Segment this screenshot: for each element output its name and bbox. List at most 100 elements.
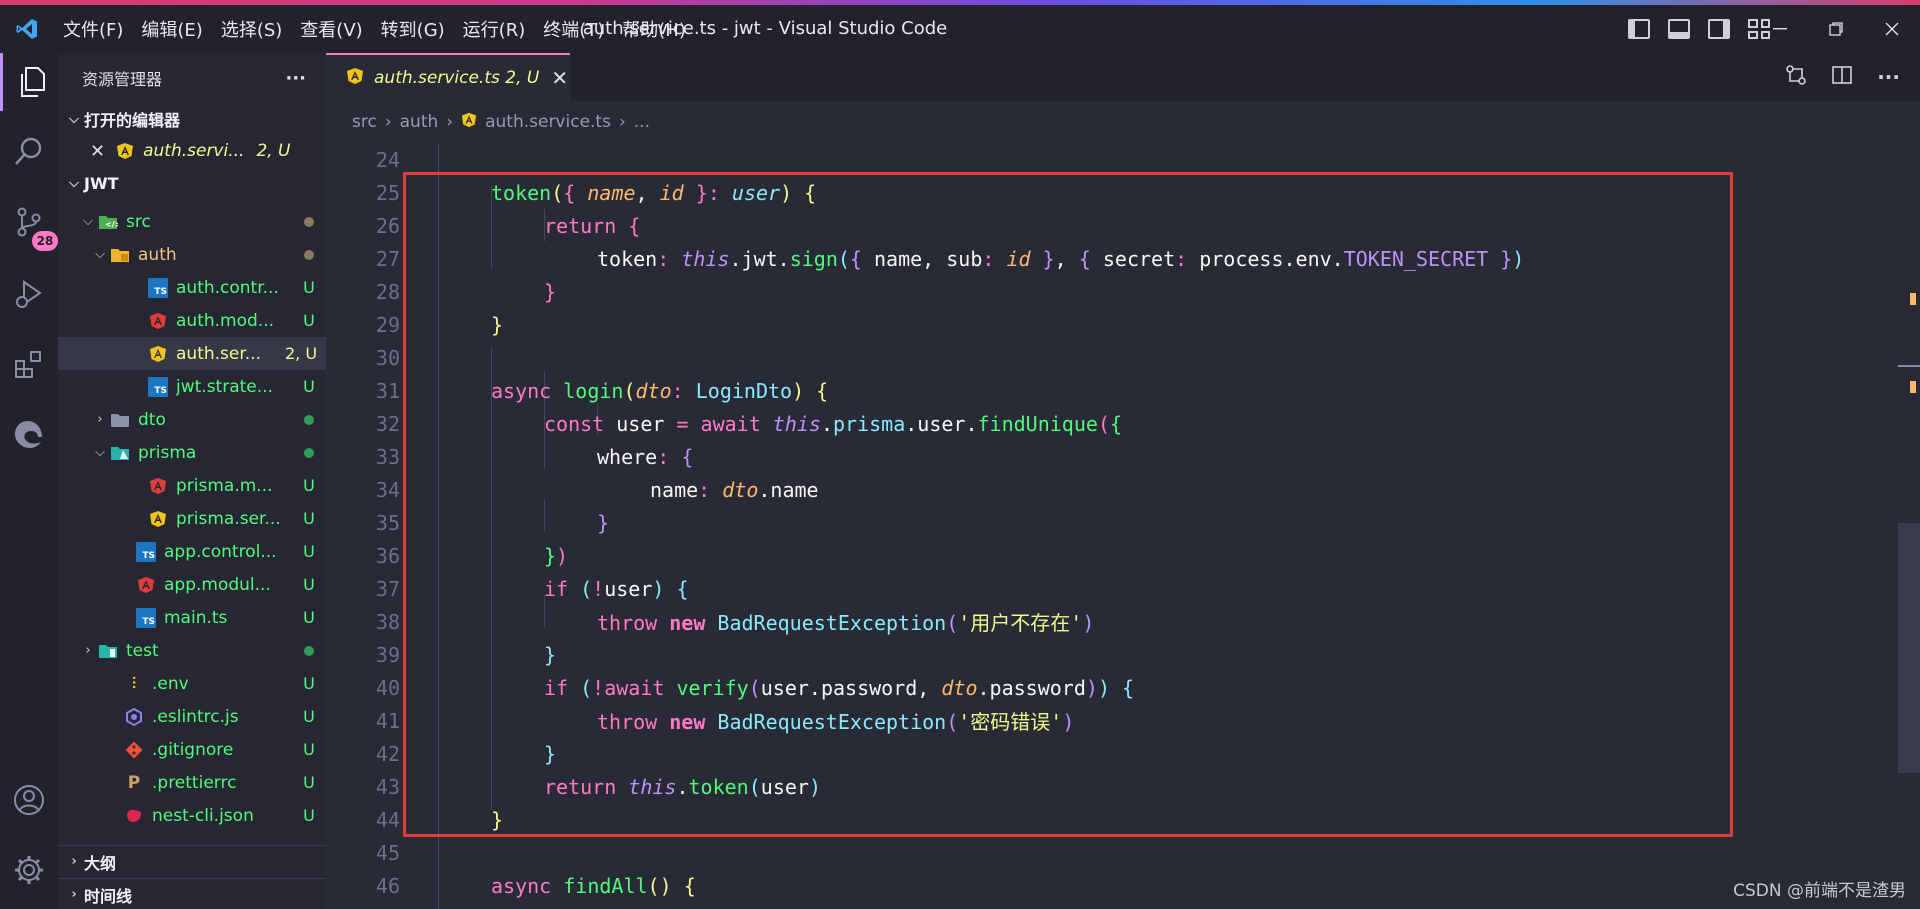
more-actions-icon[interactable]: ··· xyxy=(1877,65,1900,89)
code-text: throw new BadRequestException('用户不存在') xyxy=(597,611,1095,635)
tree-item-label: app.modul... xyxy=(164,574,271,595)
minimap-marker xyxy=(1910,381,1916,393)
line-number: 27 xyxy=(375,246,400,271)
timeline-section[interactable]: › 时间线 xyxy=(58,878,326,909)
more-actions-icon[interactable]: ··· xyxy=(285,68,306,89)
code-text: } xyxy=(597,510,610,535)
editor-scrollbar[interactable] xyxy=(1898,143,1920,909)
chevron-right-icon: › xyxy=(85,643,91,658)
tree-file-gitignore[interactable]: .gitignore U xyxy=(58,733,326,766)
minimize-button[interactable] xyxy=(1752,5,1808,53)
split-editor-icon[interactable] xyxy=(1831,64,1853,91)
menu-terminal[interactable]: 终端(T) xyxy=(534,16,613,42)
chevron-down-icon: ⌵ xyxy=(83,214,93,229)
breadcrumb-symbol[interactable]: ... xyxy=(634,112,650,132)
tree-item-status: U xyxy=(303,806,315,825)
tree-item-label: app.control... xyxy=(164,541,277,562)
line-number: 38 xyxy=(375,609,400,634)
line-number: 28 xyxy=(375,279,400,304)
settings-gear-icon[interactable] xyxy=(0,841,58,899)
tree-item-status: U xyxy=(303,740,315,759)
explorer-title: 资源管理器 xyxy=(82,70,163,89)
code-line: 39 } xyxy=(326,638,1886,671)
code-line: 46 async findAll() { xyxy=(326,869,1886,902)
code-line: 28 } xyxy=(326,275,1886,308)
tree-file-auth-controller[interactable]: TS auth.contr... U xyxy=(58,271,326,304)
edge-devtools-icon[interactable] xyxy=(0,405,58,463)
tree-folder-dto[interactable]: › dto xyxy=(58,403,326,436)
tree-file-eslintrc[interactable]: .eslintrc.js U xyxy=(58,700,326,733)
code-line: 43 return this.token(user) xyxy=(326,770,1886,803)
explorer-icon[interactable] xyxy=(0,53,58,111)
tree-item-status xyxy=(292,212,326,231)
toggle-primary-sidebar-icon[interactable] xyxy=(1628,19,1650,39)
error-message-user: '用户不存在' xyxy=(958,611,1083,635)
line-number: 44 xyxy=(375,807,400,832)
tree-item-status: U xyxy=(303,575,315,594)
minimap-viewport-line xyxy=(1898,365,1920,367)
tree-file-prettierrc[interactable]: P .prettierrc U xyxy=(58,766,326,799)
tree-file-app-controller[interactable]: TS app.control... U xyxy=(58,535,326,568)
scrollbar-thumb[interactable] xyxy=(1898,523,1920,773)
tree-file-main[interactable]: TS main.ts U xyxy=(58,601,326,634)
editor-tab-bar: auth.service.ts 2, U ✕ ··· xyxy=(326,53,1920,101)
eslint-icon xyxy=(124,707,144,727)
tree-item-label: test xyxy=(126,640,159,661)
tree-file-jwt-strategy[interactable]: TS jwt.strate... U xyxy=(58,370,326,403)
tree-item-label: prisma.ser... xyxy=(176,508,281,529)
toggle-panel-icon[interactable] xyxy=(1668,19,1690,39)
line-number: 26 xyxy=(375,213,400,238)
account-icon[interactable] xyxy=(0,771,58,829)
line-number: 29 xyxy=(375,312,400,337)
menu-file[interactable]: 文件(F) xyxy=(54,16,132,42)
tree-file-auth-service[interactable]: auth.ser... 2, U xyxy=(58,337,326,370)
tree-folder-test[interactable]: › test xyxy=(58,634,326,667)
close-icon[interactable]: ✕ xyxy=(90,141,105,162)
tree-file-auth-module[interactable]: auth.mod... U xyxy=(58,304,326,337)
menu-run[interactable]: 运行(R) xyxy=(454,16,535,42)
tree-folder-prisma[interactable]: ⌵ prisma xyxy=(58,436,326,469)
menu-go[interactable]: 转到(G) xyxy=(372,16,454,42)
code-line: 26 return { xyxy=(326,209,1886,242)
extensions-icon[interactable] xyxy=(0,335,58,393)
project-section[interactable]: ⌵ JWT xyxy=(58,167,326,199)
git-icon xyxy=(124,740,144,760)
menu-edit[interactable]: 编辑(E) xyxy=(132,16,211,42)
tree-file-app-module[interactable]: app.modul... U xyxy=(58,568,326,601)
open-editors-section[interactable]: ⌵ 打开的编辑器 xyxy=(58,103,326,135)
tree-file-prisma-module[interactable]: prisma.m... U xyxy=(58,469,326,502)
open-editor-item[interactable]: ✕ auth.servi... 2, U xyxy=(58,135,326,167)
code-line: 36 }) xyxy=(326,539,1886,572)
close-window-button[interactable] xyxy=(1864,5,1920,53)
breadcrumb-auth[interactable]: auth xyxy=(400,112,439,132)
outline-section[interactable]: › 大纲 xyxy=(58,845,326,877)
tab-auth-service[interactable]: auth.service.ts 2, U ✕ xyxy=(326,53,570,101)
explorer-sidebar: 资源管理器 ··· ⌵ 打开的编辑器 ✕ auth.servi... 2, U … xyxy=(58,53,326,909)
typescript-file-icon: TS xyxy=(136,607,156,628)
menu-selection[interactable]: 选择(S) xyxy=(212,16,291,42)
menu-view[interactable]: 查看(V) xyxy=(291,16,371,42)
toggle-secondary-sidebar-icon[interactable] xyxy=(1708,19,1730,39)
breadcrumb-src[interactable]: src xyxy=(352,112,377,132)
open-editor-status: 2, U xyxy=(256,141,291,161)
run-debug-icon[interactable] xyxy=(0,265,58,323)
tree-item-label: .env xyxy=(152,673,189,694)
tab-close-icon[interactable]: ✕ xyxy=(551,66,568,90)
code-line: 44 } xyxy=(326,803,1886,836)
restore-button[interactable] xyxy=(1808,5,1864,53)
tree-item-label: jwt.strate... xyxy=(176,376,273,397)
breadcrumb: src › auth › auth.service.ts › ... xyxy=(326,101,1920,143)
folder-src-icon: </> xyxy=(98,212,118,232)
svg-text:</>: </> xyxy=(105,220,118,229)
tree-file-env[interactable]: ⫶ .env U xyxy=(58,667,326,700)
tree-folder-src[interactable]: ⌵ </> src xyxy=(58,205,326,238)
tree-file-prisma-service[interactable]: prisma.ser... U xyxy=(58,502,326,535)
open-changes-icon[interactable] xyxy=(1785,64,1807,91)
tree-file-nest-cli[interactable]: nest-cli.json U xyxy=(58,799,326,832)
vscode-logo-icon[interactable] xyxy=(0,5,54,53)
search-icon[interactable] xyxy=(0,123,58,181)
breadcrumb-file[interactable]: auth.service.ts xyxy=(485,112,611,132)
menu-help[interactable]: 帮助(H) xyxy=(613,16,695,42)
code-editor[interactable]: 24 25 token({ name, id }: user) { 26 ret… xyxy=(326,143,1920,909)
tree-folder-auth[interactable]: ⌵ auth xyxy=(58,238,326,271)
